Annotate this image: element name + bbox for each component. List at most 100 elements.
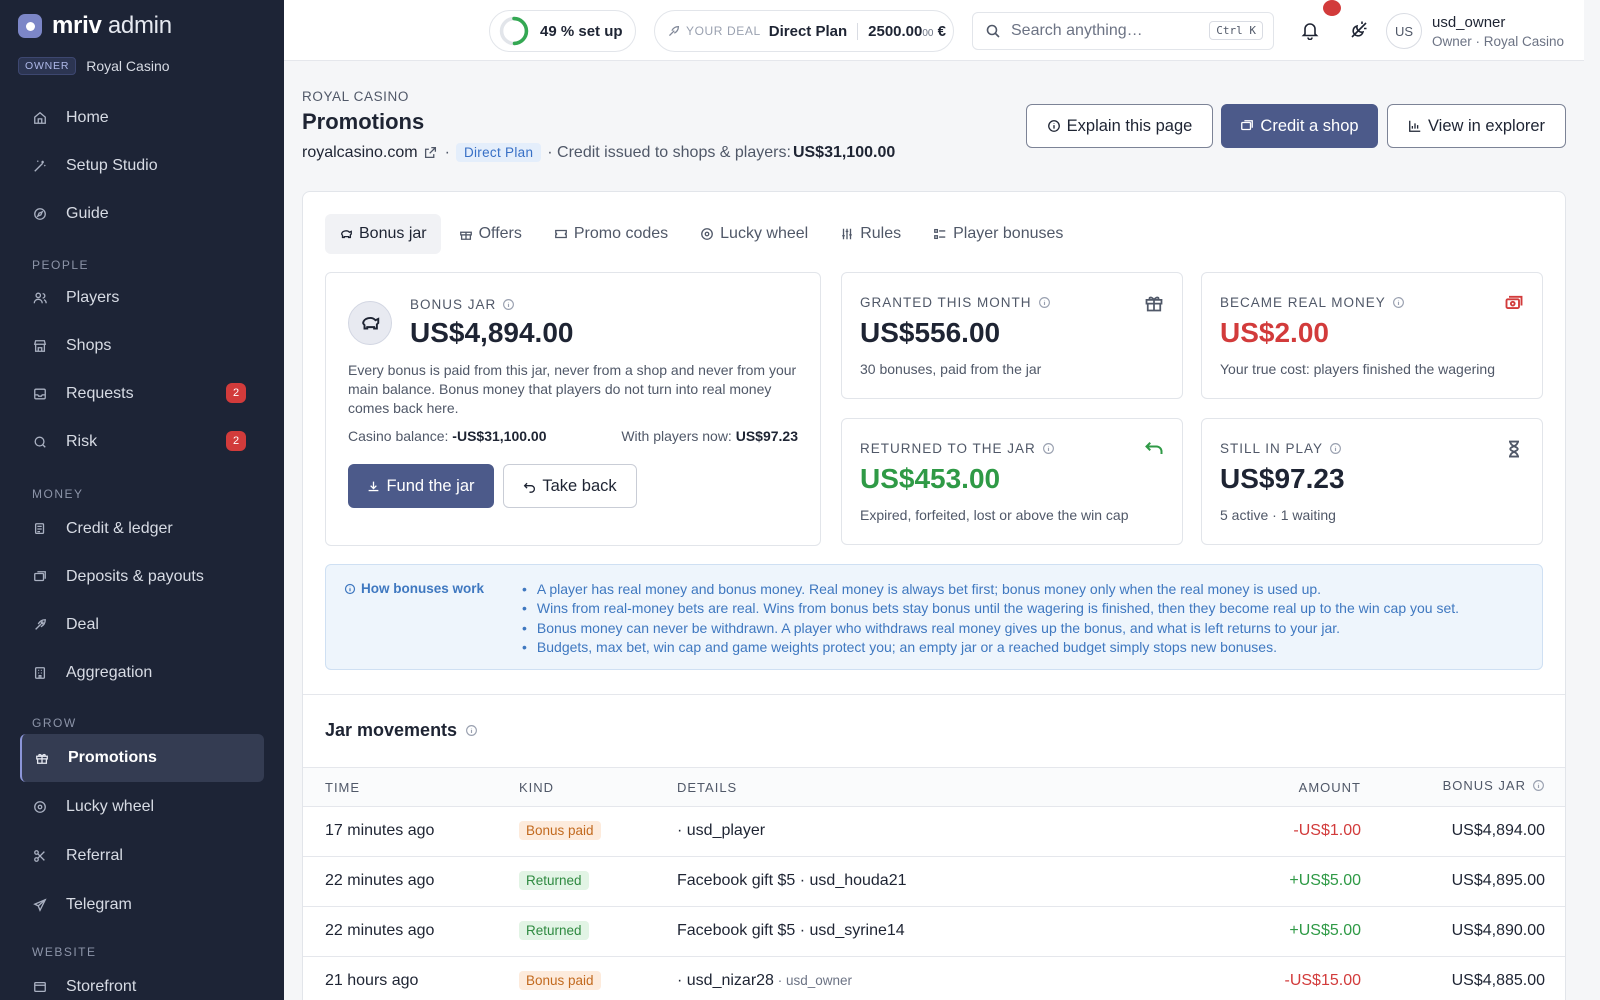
view-explorer-button[interactable]: View in explorer — [1387, 104, 1566, 148]
take-back-button[interactable]: Take back — [503, 464, 637, 508]
row-time: 21 hours ago — [325, 972, 419, 989]
nav-section-grow: GROW — [32, 716, 77, 730]
download-icon — [369, 481, 379, 491]
promotions-tabs: Bonus jar Offers Promo codes Lucky wheel… — [325, 214, 1077, 254]
info-icon[interactable] — [1042, 442, 1055, 455]
sidebar-item-risk[interactable]: Risk 2 — [20, 418, 264, 466]
tab-label: Lucky wheel — [720, 225, 809, 242]
piggy-bank-icon — [348, 301, 392, 345]
table-row[interactable]: 17 minutes ago Bonus paid · usd_player -… — [303, 807, 1565, 857]
inbox-icon — [32, 386, 48, 402]
info-icon[interactable] — [1392, 296, 1405, 309]
external-link-icon[interactable] — [424, 146, 437, 159]
sidebar-item-requests[interactable]: Requests 2 — [20, 370, 264, 418]
tab-offers[interactable]: Offers — [445, 214, 536, 254]
sidebar-item-label: Home — [66, 109, 109, 126]
sidebar-item-promotions[interactable]: Promotions — [20, 734, 264, 782]
brand-name: mriv admin — [52, 12, 172, 39]
page-title: Promotions — [302, 109, 425, 134]
sidebar-item-guide[interactable]: Guide — [20, 190, 264, 238]
tab-promo-codes[interactable]: Promo codes — [540, 214, 682, 254]
store-icon — [32, 338, 48, 354]
sidebar-item-referral[interactable]: Referral — [20, 832, 264, 880]
credit-shop-button[interactable]: Credit a shop — [1221, 104, 1378, 148]
bell-icon — [1301, 23, 1319, 40]
stat-value: US$2.00 — [1220, 317, 1329, 348]
info-circle-icon — [344, 583, 356, 594]
avatar[interactable]: US — [1386, 13, 1422, 49]
tab-rules[interactable]: Rules — [826, 214, 915, 254]
info-circle-icon — [1047, 120, 1060, 132]
table-row[interactable]: 21 hours ago Bonus paid · usd_nizar28 · … — [303, 957, 1565, 1000]
stat-value: US$97.23 — [1220, 463, 1345, 494]
col-details[interactable]: DETAILS — [677, 780, 737, 795]
risk-count-badge: 2 — [226, 431, 246, 451]
sidebar-item-credit-ledger[interactable]: Credit & ledger — [20, 505, 264, 553]
list-item: Wins from real-money bets are real. Wins… — [522, 599, 1459, 618]
wand-icon — [32, 158, 48, 174]
domain-link[interactable]: royalcasino.com — [302, 144, 418, 162]
breadcrumb: ROYAL CASINO — [302, 89, 409, 104]
chart-icon — [1409, 120, 1421, 132]
brand-logo-icon — [18, 14, 42, 38]
plan-chip: Direct Plan — [455, 143, 542, 162]
tab-bonus-jar[interactable]: Bonus jar — [325, 214, 441, 254]
table-row[interactable]: 22 minutes ago Returned Facebook gift $5… — [303, 907, 1565, 957]
sidebar-item-label: Credit & ledger — [66, 520, 173, 537]
notifications-button[interactable] — [1298, 18, 1322, 42]
search-box[interactable]: Ctrl K — [972, 12, 1274, 50]
table-row[interactable]: 22 minutes ago Returned Facebook gift $5… — [303, 857, 1565, 907]
separator-dot: · — [444, 143, 450, 161]
kind-badge: Bonus paid — [519, 821, 601, 840]
bonus-jar-panel: BONUS JAR US$4,894.00 Every bonus is pai… — [325, 272, 821, 546]
kind-badge: Returned — [519, 921, 589, 940]
brand[interactable]: mriv admin — [18, 12, 172, 40]
info-icon[interactable] — [502, 298, 515, 311]
share-icon — [32, 848, 48, 864]
kind-badge: Returned — [519, 871, 589, 890]
sidebar-item-deposits-payouts[interactable]: Deposits & payouts — [20, 553, 264, 601]
sidebar-item-players[interactable]: Players — [20, 274, 264, 322]
info-icon[interactable] — [1329, 442, 1342, 455]
tab-label: Promo codes — [573, 225, 669, 242]
stat-granted-this-month: GRANTED THIS MONTH US$556.00 30 bonuses,… — [841, 272, 1183, 399]
col-time[interactable]: TIME — [325, 780, 360, 795]
col-bonus-jar[interactable]: BONUS JAR — [1443, 778, 1545, 793]
sidebar-item-storefront[interactable]: Storefront — [20, 963, 264, 1000]
info-icon[interactable] — [1038, 296, 1051, 309]
col-kind[interactable]: KIND — [519, 780, 554, 795]
sidebar-item-home[interactable]: Home — [20, 94, 264, 142]
kind-badge: Bonus paid — [519, 971, 601, 990]
deal-pill[interactable]: YOUR DEAL Direct Plan 2500.0000 € — [654, 10, 954, 52]
theme-toggle-button[interactable] — [1347, 18, 1371, 42]
sidebar-item-deal[interactable]: Deal — [20, 601, 264, 649]
search-input[interactable] — [1011, 22, 1201, 40]
bonus-jar-description: Every bonus is paid from this jar, never… — [348, 362, 797, 416]
jar-movements-title: Jar movements — [325, 720, 478, 741]
credit-shop-label: Credit a shop — [1260, 116, 1359, 135]
explain-page-label: Explain this page — [1066, 116, 1193, 135]
movements-table-header: TIME KIND DETAILS AMOUNT BONUS JAR — [303, 767, 1565, 807]
explain-page-button[interactable]: Explain this page — [1026, 104, 1213, 148]
tab-lucky-wheel[interactable]: Lucky wheel — [686, 214, 822, 254]
deal-plan: Direct Plan — [769, 22, 859, 40]
sidebar-item-lucky-wheel[interactable]: Lucky wheel — [20, 783, 264, 831]
setup-progress-pill[interactable]: 49 % set up — [489, 10, 636, 52]
tab-player-bonuses[interactable]: Player bonuses — [919, 214, 1077, 254]
sidebar-item-label: Setup Studio — [66, 157, 158, 174]
sidebar-item-setup-studio[interactable]: Setup Studio — [20, 142, 264, 190]
transfer-icon — [32, 569, 48, 585]
sidebar-item-aggregation[interactable]: Aggregation — [20, 649, 264, 697]
compass-icon — [32, 206, 48, 222]
sidebar-item-shops[interactable]: Shops — [20, 322, 264, 370]
col-amount[interactable]: AMOUNT — [1299, 780, 1361, 795]
sidebar-item-telegram[interactable]: Telegram — [20, 881, 264, 929]
user-name[interactable]: usd_owner — [1432, 14, 1505, 31]
ledger-icon — [32, 521, 48, 537]
tenant-name: Royal Casino — [86, 58, 170, 74]
fund-jar-button[interactable]: Fund the jar — [348, 464, 494, 508]
stat-label: RETURNED TO THE JAR — [860, 441, 1055, 456]
hourglass-icon — [1504, 439, 1524, 459]
deal-label: YOUR DEAL — [686, 24, 761, 38]
info-icon[interactable] — [465, 724, 478, 737]
